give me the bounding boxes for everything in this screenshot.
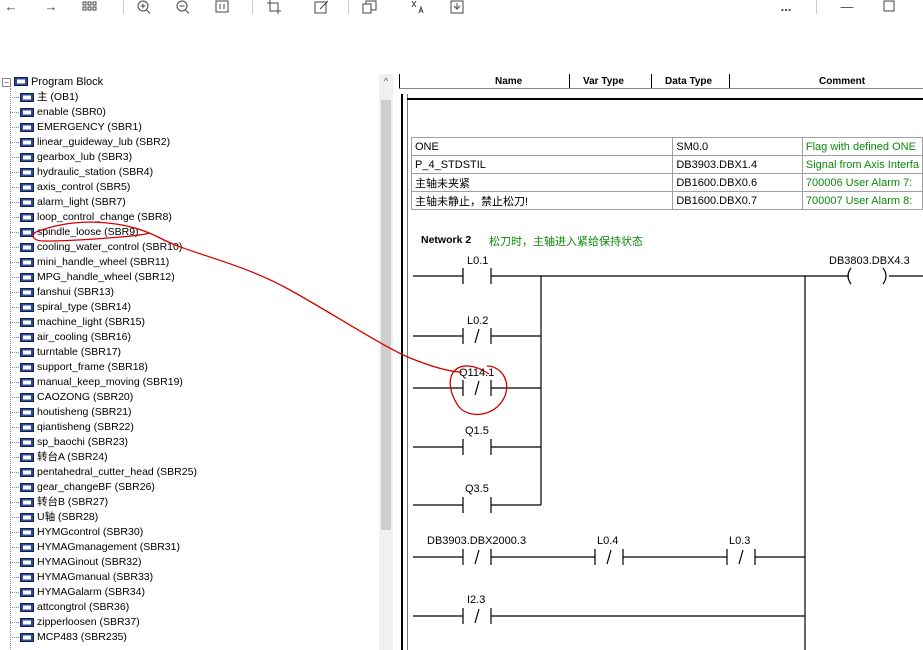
red-annotation-curve	[32, 221, 463, 373]
